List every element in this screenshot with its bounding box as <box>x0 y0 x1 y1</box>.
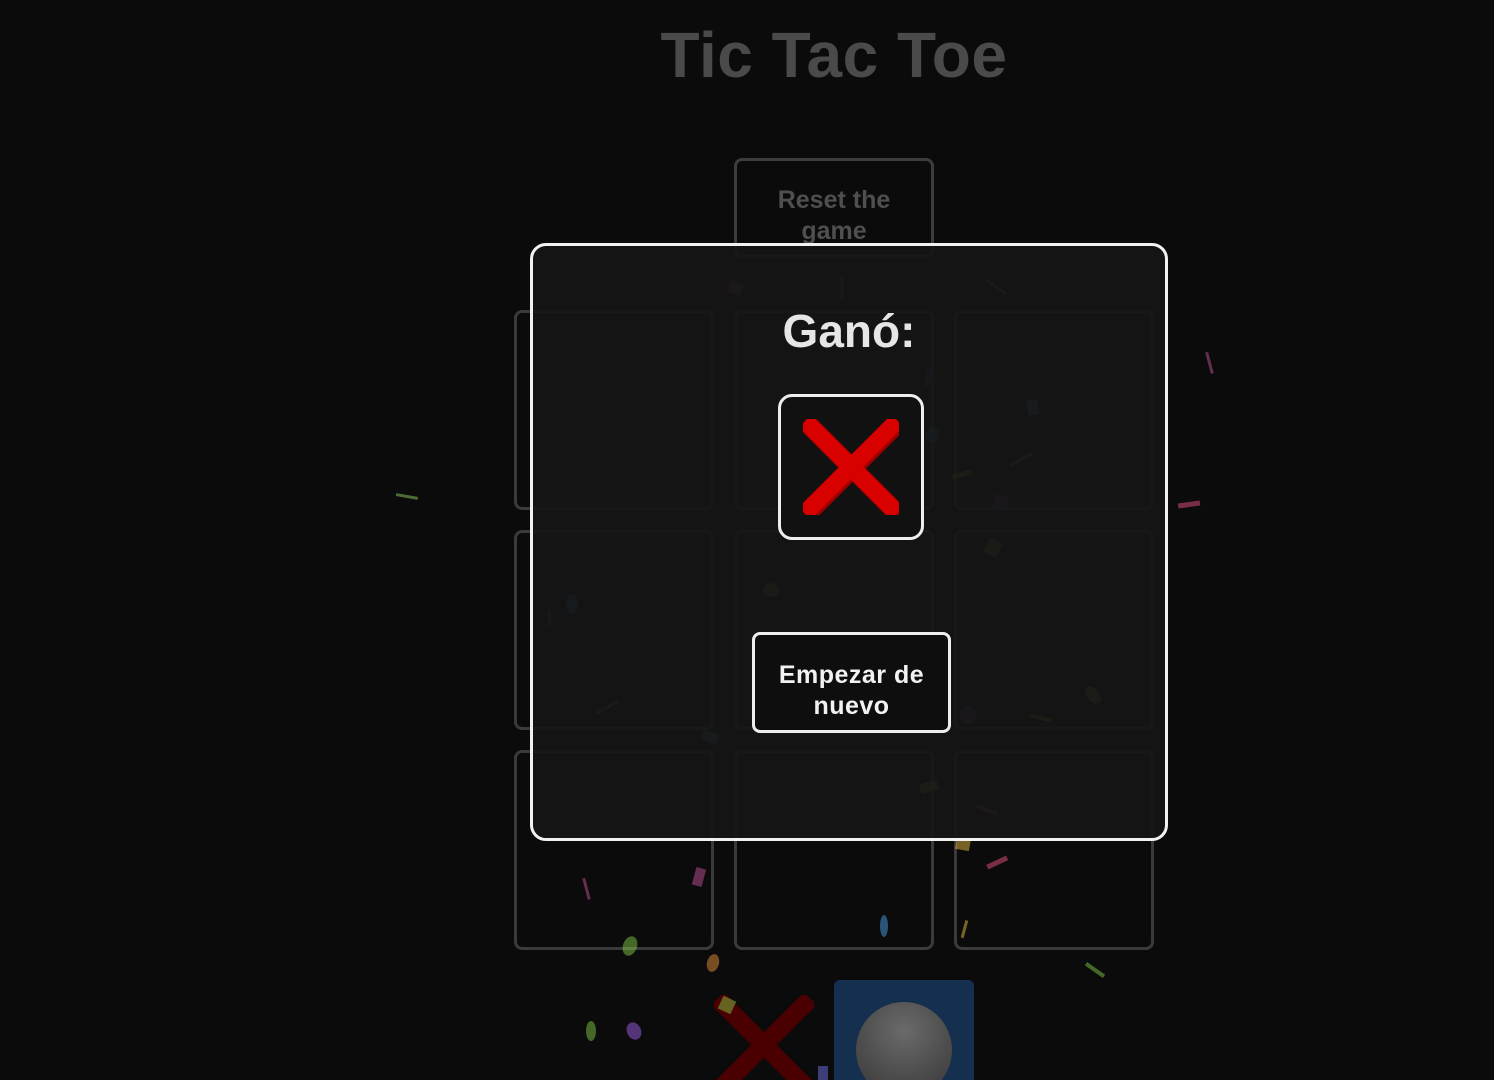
winner-modal: Ganó: Empezar de nuevo <box>530 243 1168 841</box>
x-mark-icon <box>803 419 899 515</box>
game-screen: Tic Tac Toe Reset the game Ganó: Empezar… <box>0 0 1494 1080</box>
turn-o-panel <box>834 980 974 1080</box>
restart-button[interactable]: Empezar de nuevo <box>752 632 951 733</box>
o-disc-icon <box>856 1002 952 1080</box>
turn-x-icon <box>711 992 817 1080</box>
winner-display <box>778 394 924 540</box>
modal-title: Ganó: <box>782 305 916 357</box>
game-title: Tic Tac Toe <box>660 19 1008 91</box>
